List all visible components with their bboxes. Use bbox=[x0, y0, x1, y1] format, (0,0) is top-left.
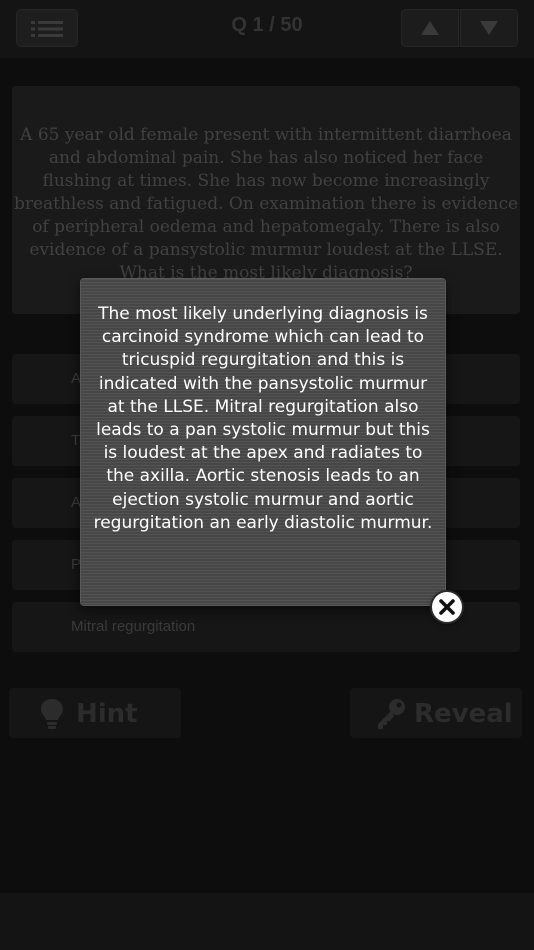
close-icon bbox=[439, 599, 455, 615]
close-popup-button[interactable] bbox=[432, 592, 462, 622]
explanation-popup: The most likely underlying diagnosis is … bbox=[81, 279, 445, 605]
explanation-text: The most likely underlying diagnosis is … bbox=[93, 304, 433, 533]
